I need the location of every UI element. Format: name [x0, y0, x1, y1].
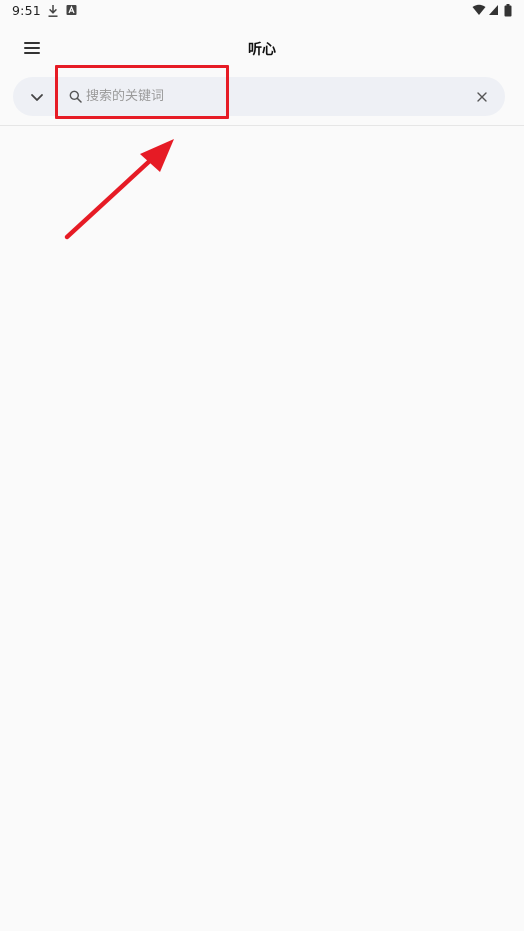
- search-icon: [69, 90, 82, 103]
- search-bar: [13, 77, 505, 116]
- chevron-down-icon: [31, 94, 43, 101]
- close-icon: [477, 92, 487, 102]
- battery-icon: [504, 4, 512, 17]
- app-bar: 听心: [0, 22, 524, 74]
- page-title: 听心: [248, 42, 276, 58]
- collapse-button[interactable]: [26, 87, 48, 107]
- search-input[interactable]: [86, 86, 446, 106]
- wifi-icon: [472, 4, 486, 15]
- a-badge-icon: [66, 5, 77, 15]
- signal-icon: [489, 5, 498, 15]
- status-time: 9:51: [12, 3, 41, 18]
- search-field[interactable]: [67, 83, 467, 110]
- clear-button[interactable]: [475, 89, 489, 103]
- status-bar: 9:51: [0, 0, 524, 22]
- download-icon: [48, 5, 58, 17]
- results-area: [0, 126, 524, 931]
